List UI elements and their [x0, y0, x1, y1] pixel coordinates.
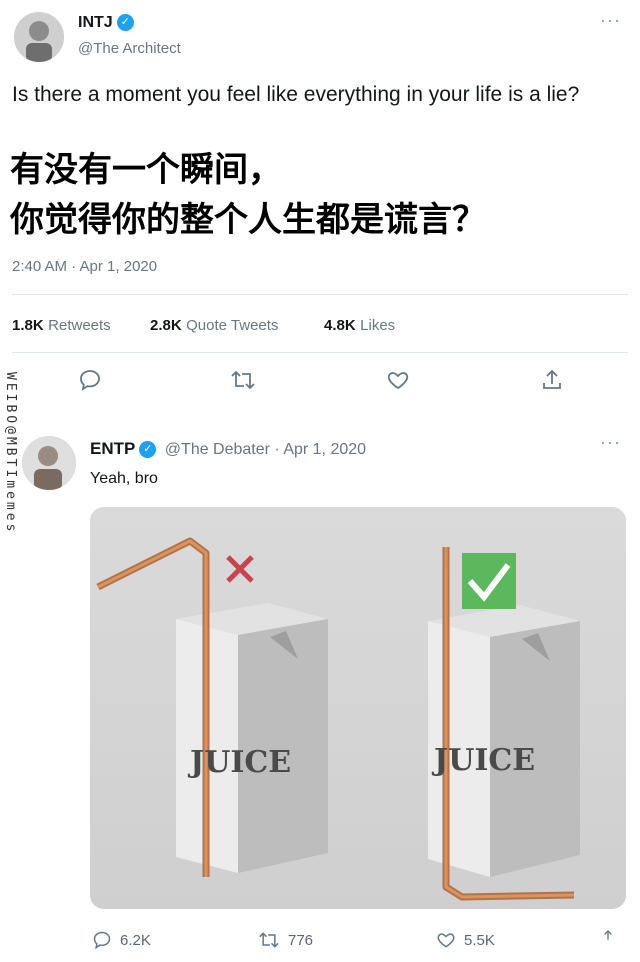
reply-icon[interactable]: [78, 368, 102, 392]
share-icon[interactable]: [600, 928, 616, 951]
reply-text: Yeah, bro: [90, 470, 158, 487]
more-options-icon[interactable]: ···: [600, 432, 621, 453]
reply-replies[interactable]: 6.2K: [92, 930, 151, 950]
entp-avatar[interactable]: [22, 436, 76, 490]
verified-icon: ✓: [116, 14, 134, 32]
intj-handle[interactable]: @The Architect: [78, 40, 181, 57]
intj-name-row: INTJ ✓: [78, 14, 134, 32]
watermark: WEIBO@MBTImemes: [3, 372, 18, 535]
verified-icon: ✓: [139, 441, 157, 459]
entp-handle-date[interactable]: @The Debater · Apr 1, 2020: [165, 441, 366, 458]
reply-likes-count: 5.5K: [464, 931, 495, 949]
entp-name[interactable]: ENTP: [90, 439, 135, 458]
retweets-stat[interactable]: 1.8K Retweets: [12, 317, 111, 335]
retweet-icon: [259, 932, 279, 948]
entp-header: ENTP ✓ @The Debater · Apr 1, 2020: [90, 439, 366, 459]
reply-likes[interactable]: 5.5K: [436, 930, 495, 950]
quote-tweets-stat[interactable]: 2.8K Quote Tweets: [150, 317, 278, 335]
retweets-label: Retweets: [48, 317, 111, 334]
tweet-text-cn-line1: 有没有一个瞬间，: [10, 150, 282, 190]
more-options-icon[interactable]: ···: [600, 10, 621, 31]
tweet-text-cn-line2: 你觉得你的整个人生都是谎言？: [10, 200, 486, 240]
retweet-icon[interactable]: [230, 368, 256, 392]
likes-count: 4.8K: [324, 317, 356, 334]
likes-label: Likes: [360, 317, 396, 334]
quote-tweets-label: Quote Tweets: [186, 317, 279, 334]
divider: [12, 352, 628, 353]
juice-label-right: JUICE: [434, 743, 536, 778]
reply-image[interactable]: JUICE JUICE: [90, 507, 626, 909]
tweet-timestamp[interactable]: 2:40 AM · Apr 1, 2020: [12, 258, 157, 275]
retweets-count: 1.8K: [12, 317, 44, 334]
reply-retweets-count: 776: [288, 931, 314, 949]
juice-label-left: JUICE: [190, 745, 292, 780]
like-icon: [437, 933, 455, 948]
share-icon[interactable]: [540, 368, 564, 392]
divider: [12, 294, 628, 295]
intj-name[interactable]: INTJ: [78, 14, 113, 31]
reply-retweets[interactable]: 776: [258, 930, 313, 950]
like-icon[interactable]: [386, 368, 410, 392]
reply-icon: [93, 931, 111, 950]
quote-tweets-count: 2.8K: [150, 317, 182, 334]
likes-stat[interactable]: 4.8K Likes: [324, 317, 395, 335]
tweet-text-en: Is there a moment you feel like everythi…: [12, 83, 580, 106]
reply-replies-count: 6.2K: [120, 931, 151, 949]
intj-avatar[interactable]: [14, 12, 64, 62]
